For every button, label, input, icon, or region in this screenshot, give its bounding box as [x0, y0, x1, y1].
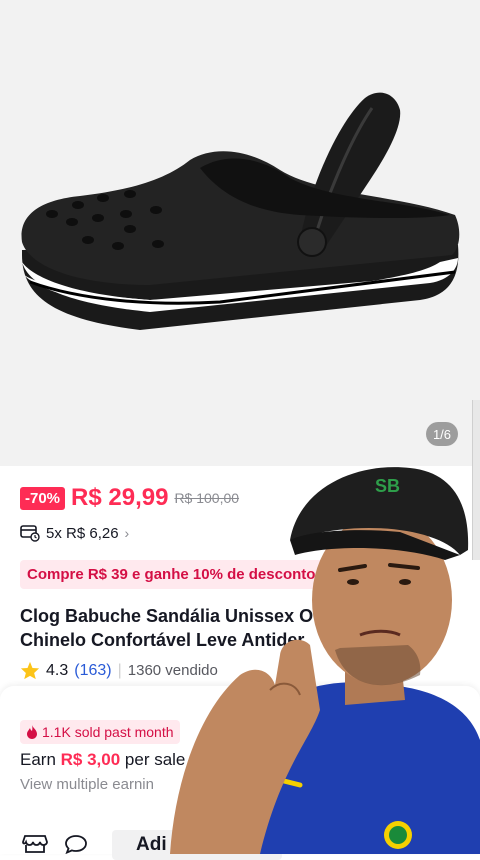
sold-past-month-badge: 1.1K sold past month [20, 720, 180, 744]
store-icon[interactable] [22, 834, 48, 854]
installments-text: 5x R$ 6,26 [46, 524, 119, 542]
current-price: R$ 29,99 [71, 484, 169, 511]
image-counter: 1/6 [426, 422, 458, 446]
star-icon [20, 661, 40, 680]
earn-prefix: Earn [20, 750, 61, 769]
presenter-video-overlay: SB [170, 467, 480, 854]
discount-badge: -70% [20, 486, 66, 510]
sold-past-month-text: 1.1K sold past month [42, 724, 174, 740]
svg-text:SB: SB [375, 476, 400, 496]
card-clock-icon [20, 525, 40, 542]
rating-score: 4.3 [46, 661, 69, 679]
chevron-right-icon: › [124, 525, 130, 541]
installments-row[interactable]: 5x R$ 6,26 › [20, 524, 129, 542]
clog-shoe-image [21, 92, 460, 330]
earn-amount: R$ 3,00 [60, 750, 121, 769]
chat-icon[interactable] [64, 834, 88, 854]
rating-count[interactable]: (163) [74, 662, 111, 680]
divider: | [117, 661, 122, 679]
product-image-gallery[interactable]: 1/6 [0, 0, 480, 466]
view-earnings-link[interactable]: View multiple earnin [20, 776, 154, 793]
flame-icon [27, 725, 37, 739]
